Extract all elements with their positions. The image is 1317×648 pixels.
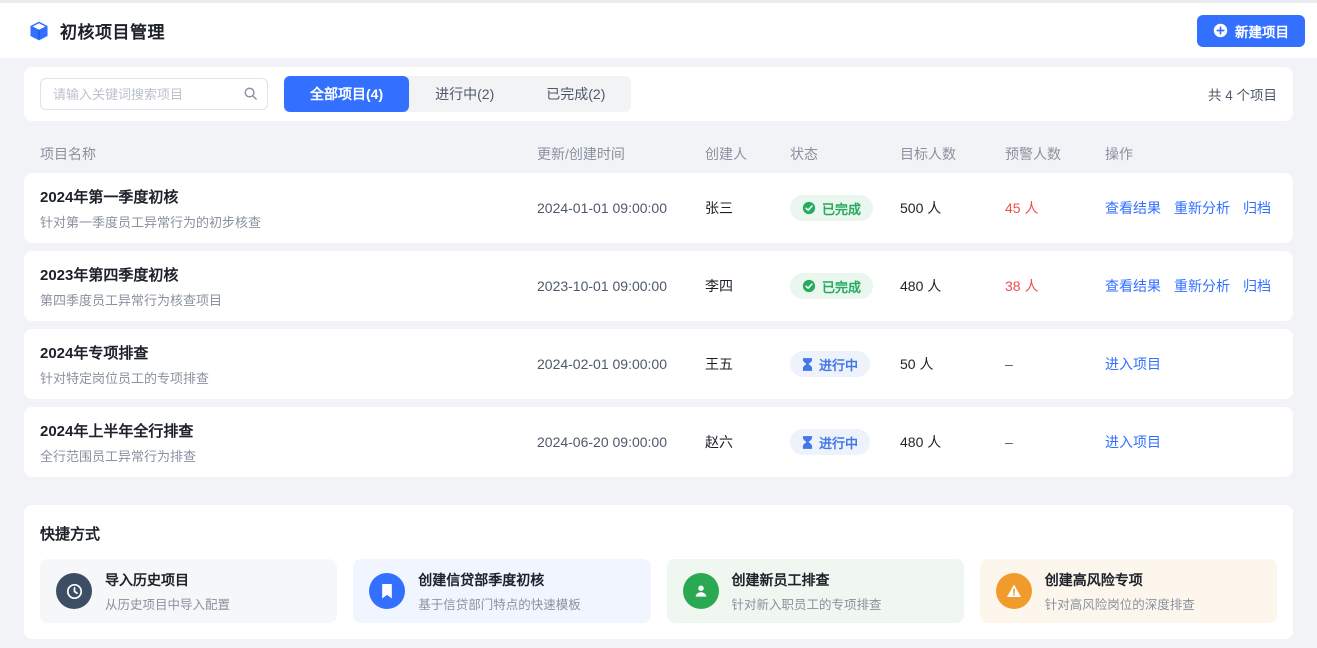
project-desc: 第四季度员工异常行为核查项目	[40, 290, 537, 309]
project-list: 2024年第一季度初核 针对第一季度员工异常行为的初步核查 2024-01-01…	[24, 173, 1293, 477]
project-name: 2024年专项排查	[40, 342, 537, 363]
project-desc: 全行范围员工异常行为排查	[40, 446, 537, 465]
project-name: 2024年第一季度初核	[40, 186, 537, 207]
project-creator: 赵六	[705, 432, 790, 452]
new-project-button[interactable]: 新建项目	[1197, 15, 1305, 47]
status-badge: 进行中	[790, 429, 870, 455]
table-row[interactable]: 2024年专项排查 针对特定岗位员工的专项排查 2024-02-01 09:00…	[24, 329, 1293, 399]
target-count: 500 人	[900, 198, 1005, 218]
archive-link[interactable]: 归档	[1243, 276, 1271, 296]
view-results-link[interactable]: 查看结果	[1105, 276, 1161, 296]
shortcuts-panel: 快捷方式 导入历史项目 从历史项目中导入配置 创建信贷部季度初核	[24, 505, 1293, 639]
view-results-link[interactable]: 查看结果	[1105, 198, 1161, 218]
archive-link[interactable]: 归档	[1243, 198, 1271, 218]
hourglass-icon	[802, 436, 813, 449]
col-project-name: 项目名称	[40, 144, 537, 164]
col-actions: 操作	[1105, 144, 1277, 164]
search-input[interactable]	[40, 78, 268, 110]
plus-circle-icon	[1213, 23, 1228, 38]
target-count: 480 人	[900, 276, 1005, 296]
status-badge: 已完成	[790, 195, 873, 221]
table-header: 项目名称 更新/创建时间 创建人 状态 目标人数 预警人数 操作	[24, 135, 1293, 173]
shortcut-import-history[interactable]: 导入历史项目 从历史项目中导入配置	[40, 559, 337, 623]
project-count: 共 4 个项目	[1208, 84, 1277, 104]
project-desc: 针对特定岗位员工的专项排查	[40, 368, 537, 387]
check-circle-icon	[802, 201, 816, 215]
project-creator: 王五	[705, 354, 790, 374]
status-badge: 已完成	[790, 273, 873, 299]
bookmark-icon	[369, 573, 405, 609]
tab-all-projects[interactable]: 全部项目(4)	[284, 76, 409, 112]
shortcut-high-risk-special[interactable]: 创建高风险专项 针对高风险岗位的深度排查	[980, 559, 1277, 623]
project-name: 2023年第四季度初核	[40, 264, 537, 285]
enter-project-link[interactable]: 进入项目	[1105, 354, 1161, 374]
shortcut-credit-dept-review[interactable]: 创建信贷部季度初核 基于信贷部门特点的快速模板	[353, 559, 650, 623]
project-creator: 李四	[705, 276, 790, 296]
col-creator: 创建人	[705, 144, 790, 164]
status-badge: 进行中	[790, 351, 870, 377]
person-icon	[683, 573, 719, 609]
warning-count: –	[1005, 434, 1105, 450]
project-time: 2024-06-20 09:00:00	[537, 434, 705, 450]
project-name: 2024年上半年全行排查	[40, 420, 537, 441]
project-creator: 张三	[705, 198, 790, 218]
warning-icon	[996, 573, 1032, 609]
table-row[interactable]: 2024年上半年全行排查 全行范围员工异常行为排查 2024-06-20 09:…	[24, 407, 1293, 477]
col-target: 目标人数	[900, 144, 1005, 164]
page-title: 初核项目管理	[60, 18, 165, 43]
table-row[interactable]: 2023年第四季度初核 第四季度员工异常行为核查项目 2023-10-01 09…	[24, 251, 1293, 321]
clock-icon	[56, 573, 92, 609]
cube-icon	[28, 20, 50, 42]
reanalyze-link[interactable]: 重新分析	[1174, 198, 1230, 218]
hourglass-icon	[802, 358, 813, 371]
warning-count: –	[1005, 356, 1105, 372]
warning-count: 45 人	[1005, 198, 1105, 218]
reanalyze-link[interactable]: 重新分析	[1174, 276, 1230, 296]
check-circle-icon	[802, 279, 816, 293]
col-status: 状态	[790, 144, 900, 164]
warning-count: 38 人	[1005, 276, 1105, 296]
shortcuts-title: 快捷方式	[40, 523, 1277, 544]
project-time: 2023-10-01 09:00:00	[537, 278, 705, 294]
tab-in-progress[interactable]: 进行中(2)	[409, 76, 520, 112]
table-row[interactable]: 2024年第一季度初核 针对第一季度员工异常行为的初步核查 2024-01-01…	[24, 173, 1293, 243]
shortcut-new-employee-screening[interactable]: 创建新员工排查 针对新入职员工的专项排查	[667, 559, 964, 623]
tab-completed[interactable]: 已完成(2)	[520, 76, 631, 112]
page-header: 初核项目管理 新建项目	[0, 0, 1317, 58]
col-time: 更新/创建时间	[537, 144, 705, 164]
enter-project-link[interactable]: 进入项目	[1105, 432, 1161, 452]
filter-tabs: 全部项目(4) 进行中(2) 已完成(2)	[284, 76, 631, 112]
toolbar: 全部项目(4) 进行中(2) 已完成(2) 共 4 个项目	[24, 67, 1293, 121]
col-warning: 预警人数	[1005, 144, 1105, 164]
search-box	[40, 78, 268, 110]
project-desc: 针对第一季度员工异常行为的初步核查	[40, 212, 537, 231]
project-time: 2024-02-01 09:00:00	[537, 356, 705, 372]
target-count: 480 人	[900, 432, 1005, 452]
project-time: 2024-01-01 09:00:00	[537, 200, 705, 216]
search-icon[interactable]	[243, 86, 258, 106]
target-count: 50 人	[900, 354, 1005, 374]
